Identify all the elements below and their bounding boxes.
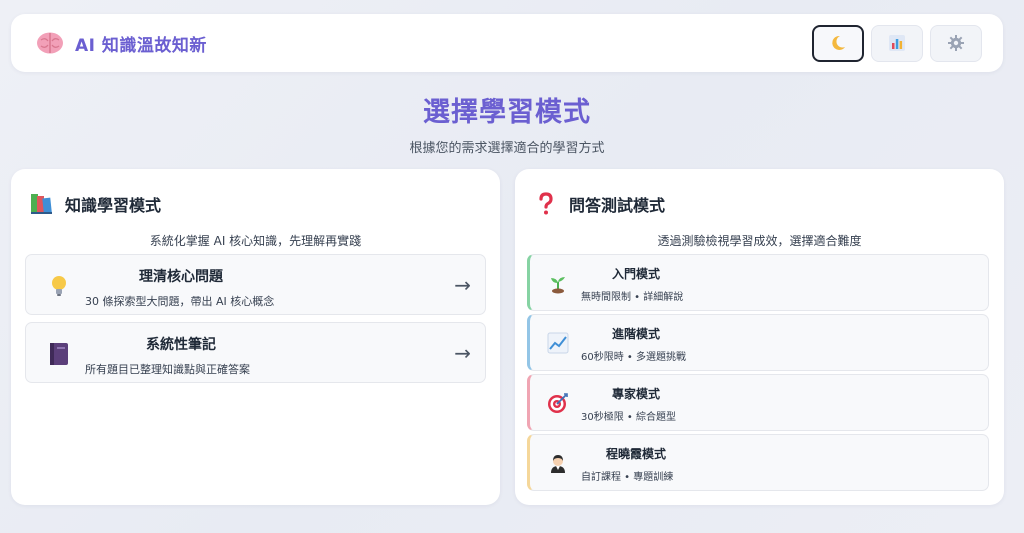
- mode-card-title: 系統性筆記: [146, 337, 216, 353]
- header-actions: [812, 24, 982, 62]
- mode-card-description: 所有題目已整理知識點與正確答案: [85, 363, 250, 376]
- learning-panel-description: 系統化掌握 AI 核心知識，先理解再實踐: [149, 234, 362, 248]
- settings-button[interactable]: [930, 24, 982, 62]
- learning-panel-title: 知識學習模式: [65, 196, 162, 215]
- quiz-card-description: 60秒限時 • 多選題挑戰: [581, 352, 686, 363]
- quiz-panel-title: 問答測試模式: [569, 196, 666, 215]
- learning-mode-panel: 知識學習模式 系統化掌握 AI 核心知識，先理解再實踐 理清核心問題 30 條探…: [11, 169, 500, 505]
- learning-panel-header: 知識學習模式: [29, 191, 161, 217]
- quiz-card-beginner[interactable]: 入門模式 無時間限制 • 詳細解說: [527, 254, 989, 311]
- arrow-right-icon: →: [454, 341, 471, 365]
- quiz-mode-panel: 問答測試模式 透過測驗檢視學習成效，選擇適合難度 入門模式 無時間限制 • 詳細…: [515, 169, 1004, 505]
- seedling-icon: [551, 277, 565, 294]
- stats-button[interactable]: [871, 24, 923, 62]
- app-header: AI 知識溫故知新: [11, 14, 1003, 72]
- quiz-card-advanced[interactable]: 進階模式 60秒限時 • 多選題挑戰: [527, 314, 989, 371]
- quiz-card-description: 自訂課程 • 專題訓練: [581, 472, 674, 483]
- mode-card-title: 理清核心問題: [139, 269, 223, 285]
- app-title: AI 知識溫故知新: [75, 35, 207, 56]
- brain-icon: [37, 32, 63, 54]
- mode-card-description: 30 條探索型大問題，帶出 AI 核心概念: [85, 295, 275, 308]
- question-mark-icon: [533, 191, 559, 217]
- moon-icon: [832, 35, 845, 50]
- quiz-panel-description: 透過測驗檢視學習成效，選擇適合難度: [657, 234, 862, 248]
- quiz-card-description: 30秒極限 • 綜合題型: [581, 412, 676, 423]
- brand: AI 知識溫故知新: [35, 28, 207, 58]
- quiz-card-expert[interactable]: 專家模式 30秒極限 • 綜合題型: [527, 374, 989, 431]
- quiz-card-title: 進階模式: [611, 327, 660, 341]
- quiz-card-description: 無時間限制 • 詳細解說: [581, 292, 684, 303]
- quiz-card-title: 程曉霞模式: [605, 447, 666, 461]
- theme-toggle-button[interactable]: [812, 24, 864, 62]
- notebook-icon: [50, 343, 68, 365]
- mode-card-systematic-notes[interactable]: 系統性筆記 所有題目已整理知識點與正確答案 →: [25, 322, 486, 383]
- target-icon: [548, 393, 568, 413]
- gear-icon: [948, 35, 964, 51]
- books-icon: [29, 191, 55, 217]
- bar-chart-icon: [889, 35, 905, 51]
- person-icon: [551, 455, 565, 473]
- page-subtitle: 根據您的需求選擇適合的學習方式: [409, 141, 605, 156]
- quiz-card-title: 入門模式: [611, 267, 660, 281]
- quiz-card-title: 專家模式: [611, 387, 660, 401]
- trend-chart-icon: [547, 332, 569, 354]
- page-title: 選擇學習模式: [423, 97, 591, 128]
- quiz-card-custom[interactable]: 程曉霞模式 自訂課程 • 專題訓練: [527, 434, 989, 491]
- mode-card-core-questions[interactable]: 理清核心問題 30 條探索型大問題，帶出 AI 核心概念 →: [25, 254, 486, 315]
- lightbulb-icon: [52, 276, 66, 296]
- quiz-panel-header: 問答測試模式: [533, 191, 665, 217]
- arrow-right-icon: →: [454, 273, 471, 297]
